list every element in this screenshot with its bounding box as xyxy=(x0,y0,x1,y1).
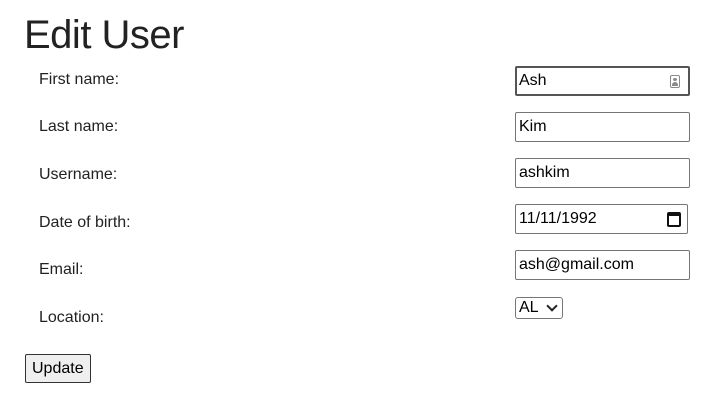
date-of-birth-input[interactable]: 11/11/1992 xyxy=(515,204,688,234)
email-input[interactable]: ash@gmail.com xyxy=(515,250,690,280)
date-of-birth-label: Date of birth: xyxy=(39,214,131,231)
update-button[interactable]: Update xyxy=(25,354,91,383)
first-name-label: First name: xyxy=(39,71,120,88)
username-label: Username: xyxy=(39,166,118,183)
last-name-input[interactable]: Kim xyxy=(515,112,690,142)
location-row: Location: AL xyxy=(0,297,716,333)
location-label: Location: xyxy=(39,309,104,326)
date-of-birth-value: 11/11/1992 xyxy=(519,210,597,227)
username-input[interactable]: ashkim xyxy=(515,158,690,188)
date-of-birth-row: Date of birth: 11/11/1992 xyxy=(0,204,716,240)
email-label: Email: xyxy=(39,261,84,278)
chevron-down-icon xyxy=(546,300,558,312)
location-select[interactable]: AL xyxy=(515,297,563,319)
page-title: Edit User xyxy=(24,13,185,57)
username-row: Username: ashkim xyxy=(0,158,716,194)
first-name-value: Ash xyxy=(519,72,547,89)
location-select-value: AL xyxy=(519,299,539,316)
last-name-row: Last name: Kim xyxy=(0,112,716,148)
contact-card-icon[interactable] xyxy=(670,74,680,88)
calendar-icon[interactable] xyxy=(667,211,681,227)
email-value: ash@gmail.com xyxy=(519,256,634,273)
username-value: ashkim xyxy=(519,164,570,181)
first-name-input[interactable]: Ash xyxy=(515,66,690,96)
first-name-row: First name: Ash xyxy=(0,66,716,102)
last-name-label: Last name: xyxy=(39,118,119,135)
email-row: Email: ash@gmail.com xyxy=(0,250,716,286)
last-name-value: Kim xyxy=(519,118,547,135)
